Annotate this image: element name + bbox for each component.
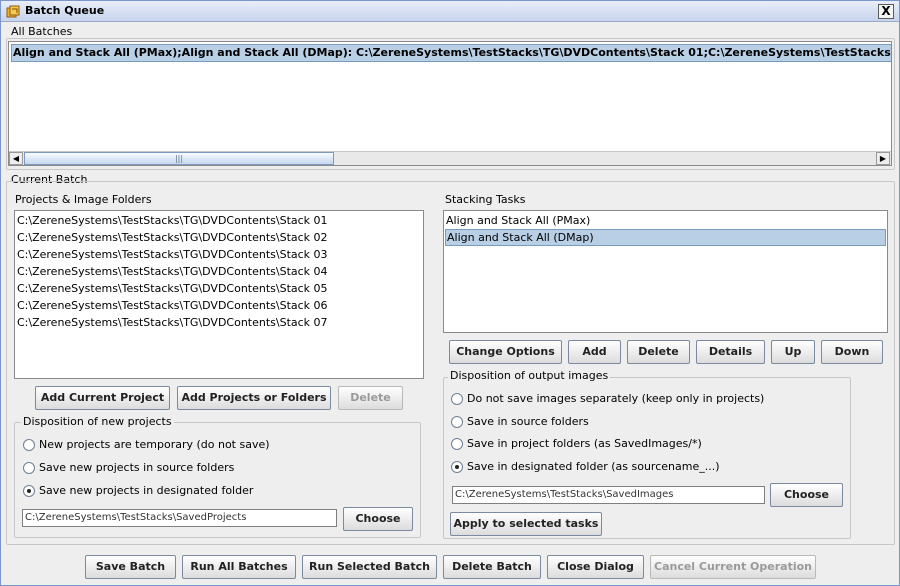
save-batch-button[interactable]: Save Batch [85,555,176,579]
up-button[interactable]: Up [771,340,815,364]
radio-icon[interactable] [451,416,463,428]
radio-designated-folder[interactable]: Save new projects in designated folder [23,484,403,500]
radio-no-separate-save[interactable]: Do not save images separately (keep only… [451,392,846,408]
all-batches-hscrollbar[interactable]: ◀ ||| ▶ [9,151,891,165]
apply-to-selected-tasks-button[interactable]: Apply to selected tasks [450,512,602,536]
title-bar[interactable]: Batch Queue X [1,1,899,22]
output-disposition-label: Disposition of output images [448,369,611,382]
radio-label: Save new projects in source folders [39,461,235,474]
radio-source-folders[interactable]: Save new projects in source folders [23,461,403,477]
batch-row[interactable]: Align and Stack All (PMax);Align and Sta… [11,44,891,62]
new-projects-disposition-label: Disposition of new projects [21,415,174,428]
radio-label: New projects are temporary (do not save) [39,438,270,451]
radio-icon[interactable] [451,438,463,450]
list-item-selected[interactable]: Align and Stack All (DMap) [445,229,886,246]
radio-label: Save in project folders (as SavedImages/… [467,437,702,450]
list-item[interactable]: C:\ZereneSystems\TestStacks\TG\DVDConten… [16,212,422,229]
projects-folder-field[interactable]: C:\ZereneSystems\TestStacks\SavedProject… [22,509,337,527]
choose-output-folder-button[interactable]: Choose [770,483,843,507]
projects-label: Projects & Image Folders [15,193,152,206]
stacking-tasks-label: Stacking Tasks [445,193,526,206]
all-batches-label: All Batches [11,25,73,38]
choose-projects-folder-button[interactable]: Choose [343,507,413,531]
radio-source-folders-output[interactable]: Save in source folders [451,415,846,431]
radio-label: Do not save images separately (keep only… [467,392,765,405]
list-item[interactable]: C:\ZereneSystems\TestStacks\TG\DVDConten… [16,229,422,246]
radio-icon[interactable] [23,462,35,474]
change-options-button[interactable]: Change Options [449,340,562,364]
details-button[interactable]: Details [696,340,765,364]
run-selected-batch-button[interactable]: Run Selected Batch [302,555,437,579]
app-icon [6,5,20,18]
output-folder-field[interactable]: C:\ZereneSystems\TestStacks\SavedImages [452,486,765,504]
delete-batch-button[interactable]: Delete Batch [443,555,541,579]
add-current-project-button[interactable]: Add Current Project [35,386,170,410]
scroll-left-icon[interactable]: ◀ [9,152,23,165]
radio-temporary[interactable]: New projects are temporary (do not save) [23,438,403,454]
window-title: Batch Queue [25,4,105,17]
cancel-current-operation-button[interactable]: Cancel Current Operation [650,555,816,579]
radio-icon[interactable] [451,393,463,405]
radio-checked-icon[interactable] [23,485,35,497]
list-item[interactable]: C:\ZereneSystems\TestStacks\TG\DVDConten… [16,263,422,280]
close-button[interactable]: X [878,4,894,19]
projects-list[interactable]: C:\ZereneSystems\TestStacks\TG\DVDConten… [14,210,424,379]
radio-designated-folder-output[interactable]: Save in designated folder (as sourcename… [451,460,846,476]
radio-icon[interactable] [23,439,35,451]
down-button[interactable]: Down [821,340,883,364]
all-batches-list[interactable]: Align and Stack All (PMax);Align and Sta… [8,41,892,166]
list-item[interactable]: C:\ZereneSystems\TestStacks\TG\DVDConten… [16,314,422,331]
add-projects-or-folders-button[interactable]: Add Projects or Folders [177,386,331,410]
add-task-button[interactable]: Add [568,340,621,364]
run-all-batches-button[interactable]: Run All Batches [182,555,296,579]
batch-queue-window: Batch Queue X All Batches Align and Stac… [0,0,900,586]
radio-project-folders-output[interactable]: Save in project folders (as SavedImages/… [451,437,846,453]
radio-label: Save new projects in designated folder [39,484,254,497]
radio-label: Save in source folders [467,415,589,428]
stacking-tasks-list[interactable]: Align and Stack All (PMax) Align and Sta… [443,210,888,333]
list-item[interactable]: Align and Stack All (PMax) [445,212,886,229]
delete-task-button[interactable]: Delete [627,340,690,364]
radio-label: Save in designated folder (as sourcename… [467,460,720,473]
radio-checked-icon[interactable] [451,461,463,473]
scroll-thumb[interactable]: ||| [24,152,334,165]
close-dialog-button[interactable]: Close Dialog [547,555,644,579]
list-item[interactable]: C:\ZereneSystems\TestStacks\TG\DVDConten… [16,246,422,263]
list-item[interactable]: C:\ZereneSystems\TestStacks\TG\DVDConten… [16,297,422,314]
scroll-right-icon[interactable]: ▶ [876,152,890,165]
list-item[interactable]: C:\ZereneSystems\TestStacks\TG\DVDConten… [16,280,422,297]
delete-project-button[interactable]: Delete [338,386,403,410]
